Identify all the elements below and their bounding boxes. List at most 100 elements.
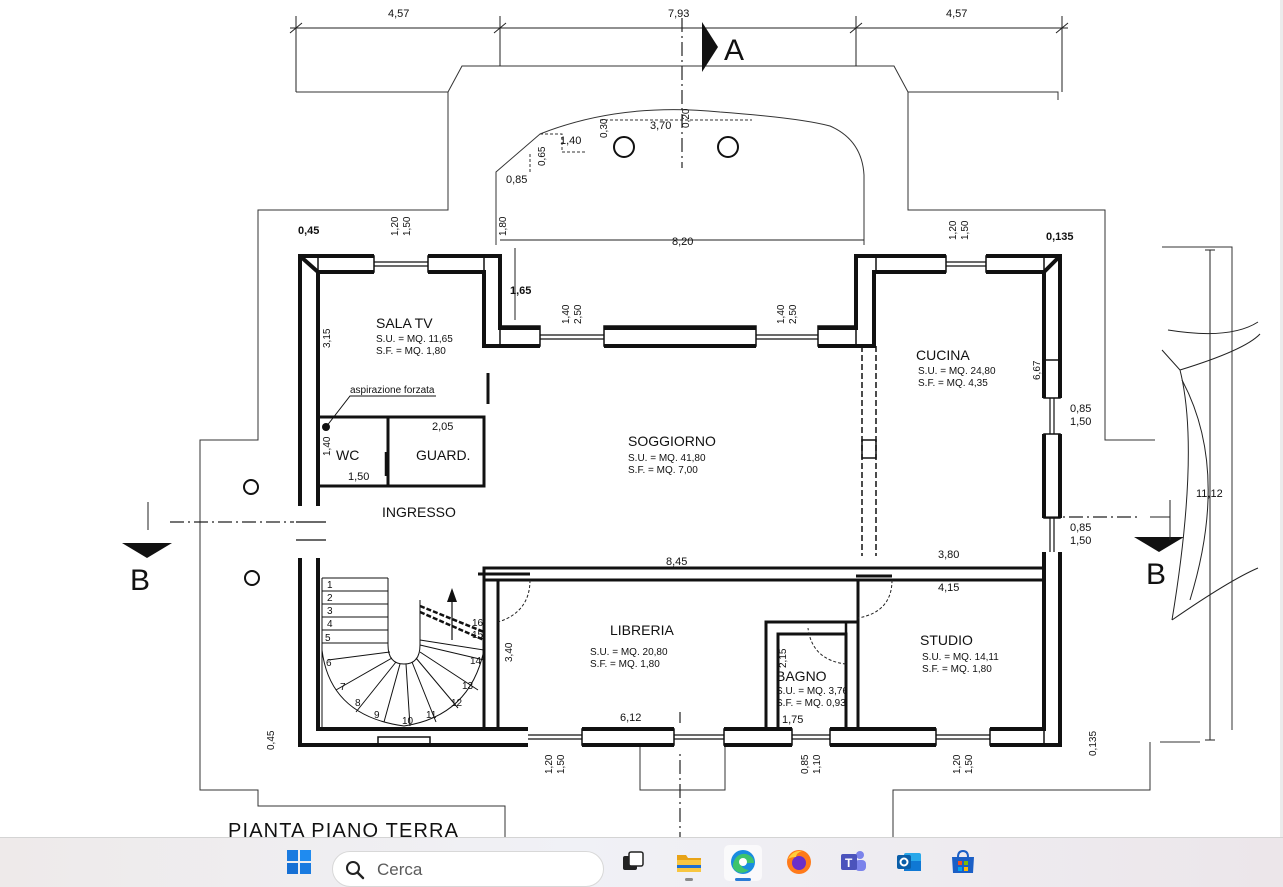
sala-tv-sf: S.F. = MQ. 1,80 [376,346,446,357]
stair-step: 13 [462,681,474,692]
dim-415: 4,15 [938,582,959,594]
teams-icon: T [841,851,866,871]
room-ingresso: INGRESSO [382,504,456,520]
dim-win-120-bl: 1,20 [544,754,555,774]
outlook-icon [897,853,921,871]
file-explorer-icon [677,855,701,872]
task-view-button[interactable] [614,845,652,881]
dim-win-150-br: 1,50 [964,754,975,774]
dim-380: 3,80 [938,549,959,561]
stair-step: 14 [470,656,482,667]
dim-sog-140-l: 1,40 [561,304,572,324]
dim-win-150-tr: 1,50 [960,220,971,240]
firefox-icon [787,850,811,874]
room-guard: GUARD. [416,447,470,463]
floor-plan-drawing: 4,57 7,93 4,57 3,70 1,40 0,85 8,20 0,45 … [122,8,1261,837]
dim-340: 3,40 [504,642,515,662]
running-indicator [735,878,751,881]
dim-wall-045-top: 0,45 [298,225,319,237]
dim-150-wc: 1,50 [348,471,369,483]
search-box[interactable]: Cerca [332,851,604,887]
room-libreria: LIBRERIA [610,622,674,638]
stair-step: 10 [402,716,414,727]
outlook-button[interactable] [890,845,928,881]
dim-085-b: 0,85 [1070,522,1091,534]
stair-step: 11 [426,710,437,721]
dim-porch-140: 1,40 [560,135,581,147]
stair-step: 12 [451,698,463,709]
room-sala-tv: SALA TV [376,315,433,331]
dim-085-bot: 0,85 [800,754,811,774]
stair-step: 15 [472,630,484,641]
dim-win-150-tl: 1,50 [402,216,413,236]
libreria-sf: S.F. = MQ. 1,80 [590,659,660,670]
dim-165: 1,65 [510,285,531,297]
soggiorno-sf: S.F. = MQ. 7,00 [628,465,698,476]
section-mark-b-left: B [130,564,150,597]
dim-wall-0135-bot: 0,135 [1088,731,1099,756]
dim-wall-045-bot: 0,45 [266,730,277,750]
studio-sf: S.F. = MQ. 1,80 [922,664,992,675]
dim-win-120-br: 1,20 [952,754,963,774]
store-button[interactable] [944,845,982,881]
dim-667: 6,67 [1032,360,1043,380]
bagno-sf: S.F. = MQ. 0,93 [776,698,846,709]
edge-button[interactable] [724,845,762,881]
start-icon [287,850,311,874]
dim-1112: 11,12 [1196,488,1223,500]
search-placeholder: Cerca [377,860,423,879]
section-mark-a: A [724,34,744,67]
task-view-icon [623,851,644,870]
dim-sog-140-r: 1,40 [776,304,787,324]
edge-icon [731,850,755,874]
room-bagno: BAGNO [776,668,827,684]
running-indicator [685,878,693,881]
dim-win-120-tr: 1,20 [948,220,959,240]
dim-110-bot: 1,10 [812,754,823,774]
stair-step: 8 [355,698,361,709]
stair-step: 9 [374,710,380,721]
store-icon [952,849,974,873]
dim-win-120-tl: 1,20 [390,216,401,236]
dim-215: 2,15 [778,648,789,668]
firefox-button[interactable] [780,845,818,881]
plan-title: PIANTA PIANO TERRA [228,820,459,837]
stair-step: 1 [327,580,333,591]
svg-text:T: T [845,856,853,870]
cucina-su: S.U. = MQ. 24,80 [918,366,996,377]
stair-step: 2 [327,593,333,604]
stair-step: 5 [325,633,331,644]
stair-step: 16 [472,618,484,629]
dim-085-a: 0,85 [1070,403,1091,415]
stair-step: 3 [327,606,333,617]
dim-porch-180: 1,80 [498,216,509,236]
aspirazione-note: aspirazione forzata [350,385,435,396]
dim-porch-820: 8,20 [672,236,693,248]
dim-porch-370: 3,70 [650,120,671,132]
dim-150-a: 1,50 [1070,416,1091,428]
teams-button[interactable]: T [834,845,872,881]
dim-150-b: 1,50 [1070,535,1091,547]
dim-612: 6,12 [620,712,641,724]
dim-porch-020: 0,20 [681,108,692,128]
dim-140-wc: 1,40 [322,436,333,456]
stair-step: 7 [340,682,346,693]
dim-sog-250-r: 2,50 [788,304,799,324]
cucina-sf: S.F. = MQ. 4,35 [918,378,988,389]
dim-315: 3,15 [322,328,333,348]
room-soggiorno: SOGGIORNO [628,433,716,449]
room-studio: STUDIO [920,632,973,648]
dim-porch-085: 0,85 [506,174,527,186]
file-explorer-button[interactable] [670,845,708,881]
dim-porch-030: 0,30 [599,118,610,138]
search-icon [346,861,365,880]
dim-top-right: 4,57 [946,8,967,20]
start-button[interactable] [280,845,318,881]
dim-wall-0135-top: 0,135 [1046,231,1074,243]
bagno-su: S.U. = MQ. 3,76 [776,686,848,697]
sala-tv-su: S.U. = MQ. 11,65 [376,334,453,345]
stair-step: 4 [327,619,333,630]
soggiorno-su: S.U. = MQ. 41,80 [628,453,706,464]
studio-su: S.U. = MQ. 14,11 [922,652,999,663]
libreria-su: S.U. = MQ. 20,80 [590,647,668,658]
